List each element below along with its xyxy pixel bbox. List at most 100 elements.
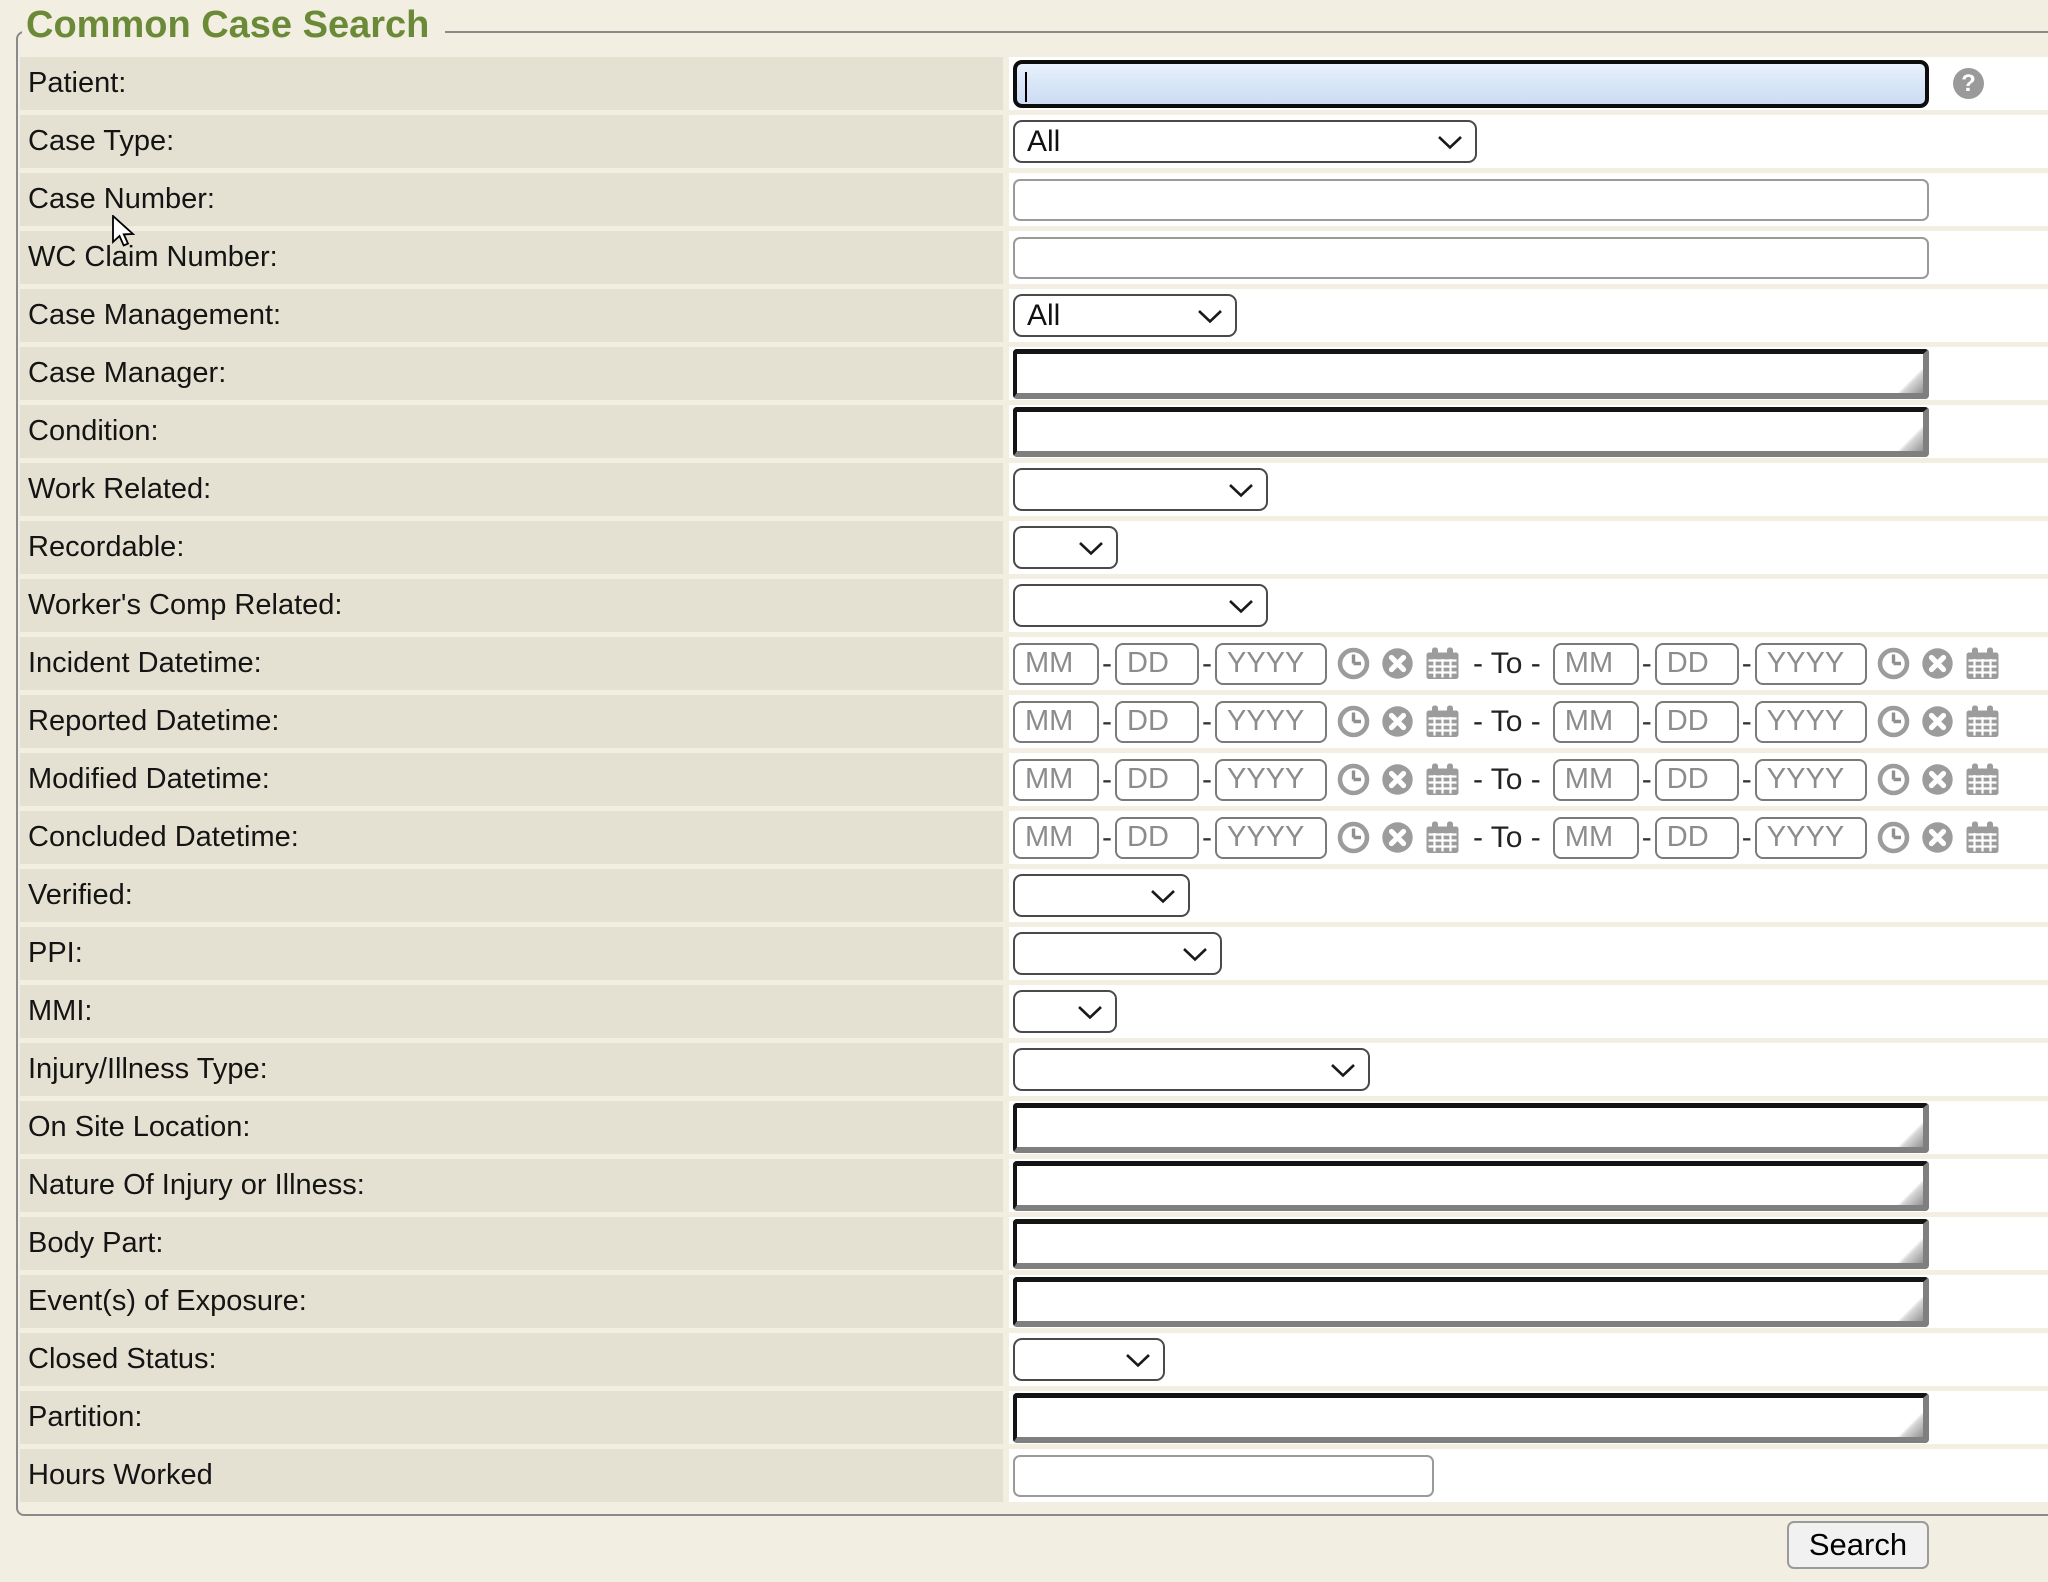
label-partition: Partition: xyxy=(20,1391,1003,1444)
clear-icon[interactable] xyxy=(1920,646,1955,681)
calendar-icon[interactable] xyxy=(1964,646,2001,681)
help-icon[interactable]: ? xyxy=(1953,68,1984,99)
calendar-icon[interactable] xyxy=(1424,704,1461,739)
incident-datetime-to-yyyy-input[interactable] xyxy=(1755,643,1867,685)
chevron-down-icon xyxy=(1150,889,1176,904)
on-site-location-input[interactable] xyxy=(1013,1103,1929,1153)
form-row-wc-claim-number: WC Claim Number: xyxy=(20,231,2048,284)
injury-illness-type-select[interactable] xyxy=(1013,1048,1370,1091)
label-ppi: PPI: xyxy=(20,927,1003,980)
field-events-of-exposure xyxy=(1009,1275,2048,1328)
incident-datetime-from-yyyy-input[interactable] xyxy=(1215,643,1327,685)
condition-input[interactable] xyxy=(1013,407,1929,457)
field-workers-comp-related xyxy=(1009,579,2048,632)
incident-datetime-from-mm-input[interactable] xyxy=(1013,643,1099,685)
incident-datetime-from-dd-input[interactable] xyxy=(1115,643,1199,685)
verified-select[interactable] xyxy=(1013,874,1190,917)
case-type-select[interactable]: All xyxy=(1013,120,1477,163)
clock-icon[interactable] xyxy=(1876,762,1911,797)
concluded-datetime-to-mm-input[interactable] xyxy=(1553,817,1639,859)
modified-datetime-from-mm-input[interactable] xyxy=(1013,759,1099,801)
modified-datetime-to-mm-input[interactable] xyxy=(1553,759,1639,801)
concluded-datetime-from-yyyy-input[interactable] xyxy=(1215,817,1327,859)
body-part-input[interactable] xyxy=(1013,1219,1929,1269)
clock-icon[interactable] xyxy=(1876,820,1911,855)
clock-icon[interactable] xyxy=(1336,820,1371,855)
clock-icon[interactable] xyxy=(1876,646,1911,681)
hours-worked-input[interactable] xyxy=(1013,1455,1434,1497)
mmi-select[interactable] xyxy=(1013,990,1117,1033)
clear-icon[interactable] xyxy=(1380,704,1415,739)
reported-datetime-to-yyyy-input[interactable] xyxy=(1755,701,1867,743)
reported-datetime-to-mm-input[interactable] xyxy=(1553,701,1639,743)
case-manager-input[interactable] xyxy=(1013,349,1929,399)
reported-datetime-from-yyyy-input[interactable] xyxy=(1215,701,1327,743)
calendar-icon[interactable] xyxy=(1424,646,1461,681)
patient-input[interactable] xyxy=(1013,60,1929,108)
modified-datetime-to-dd-input[interactable] xyxy=(1655,759,1739,801)
form-row-incident-datetime: Incident Datetime:--- To --- xyxy=(20,637,2048,690)
field-verified xyxy=(1009,869,2048,922)
label-workers-comp-related: Worker's Comp Related: xyxy=(20,579,1003,632)
incident-datetime-to-separator: - xyxy=(1742,647,1752,681)
field-partition xyxy=(1009,1391,2048,1444)
incident-datetime-to-dd-input[interactable] xyxy=(1655,643,1739,685)
reported-datetime-to-separator: - xyxy=(1642,705,1652,739)
calendar-icon[interactable] xyxy=(1964,704,2001,739)
reported-datetime-from-dd-input[interactable] xyxy=(1115,701,1199,743)
wc-claim-number-input[interactable] xyxy=(1013,237,1929,279)
calendar-icon[interactable] xyxy=(1424,820,1461,855)
clock-icon[interactable] xyxy=(1336,704,1371,739)
form-row-injury-illness-type: Injury/Illness Type: xyxy=(20,1043,2048,1096)
chevron-down-icon xyxy=(1125,1353,1151,1368)
recordable-select[interactable] xyxy=(1013,526,1118,569)
label-reported-datetime: Reported Datetime: xyxy=(20,695,1003,748)
reported-datetime-from-mm-input[interactable] xyxy=(1013,701,1099,743)
calendar-icon[interactable] xyxy=(1964,820,2001,855)
modified-datetime-to-separator: - xyxy=(1742,763,1752,797)
calendar-icon[interactable] xyxy=(1424,762,1461,797)
partition-input[interactable] xyxy=(1013,1393,1929,1443)
common-case-search-page: { "title": "Common Case Search", "search… xyxy=(0,0,2048,1582)
modified-datetime-to-yyyy-input[interactable] xyxy=(1755,759,1867,801)
form-row-concluded-datetime: Concluded Datetime:--- To --- xyxy=(20,811,2048,864)
incident-datetime-to-mm-input[interactable] xyxy=(1553,643,1639,685)
nature-of-injury-or-illness-input[interactable] xyxy=(1013,1161,1929,1211)
concluded-datetime-to-separator: - xyxy=(1742,821,1752,855)
modified-datetime-from-dd-input[interactable] xyxy=(1115,759,1199,801)
events-of-exposure-input[interactable] xyxy=(1013,1277,1929,1327)
incident-datetime-from-separator: - xyxy=(1202,647,1212,681)
concluded-datetime-from-dd-input[interactable] xyxy=(1115,817,1199,859)
clear-icon[interactable] xyxy=(1920,762,1955,797)
ppi-select[interactable] xyxy=(1013,932,1222,975)
label-events-of-exposure: Event(s) of Exposure: xyxy=(20,1275,1003,1328)
field-concluded-datetime: --- To --- xyxy=(1009,811,2048,864)
closed-status-select[interactable] xyxy=(1013,1338,1165,1381)
reported-datetime-to-dd-input[interactable] xyxy=(1655,701,1739,743)
clear-icon[interactable] xyxy=(1380,762,1415,797)
concluded-datetime-to-yyyy-input[interactable] xyxy=(1755,817,1867,859)
field-on-site-location xyxy=(1009,1101,2048,1154)
clear-icon[interactable] xyxy=(1380,820,1415,855)
clock-icon[interactable] xyxy=(1336,646,1371,681)
clear-icon[interactable] xyxy=(1920,820,1955,855)
case-management-select[interactable]: All xyxy=(1013,294,1237,337)
concluded-datetime-from-separator: - xyxy=(1102,821,1112,855)
workers-comp-related-select[interactable] xyxy=(1013,584,1268,627)
clock-icon[interactable] xyxy=(1336,762,1371,797)
clear-icon[interactable] xyxy=(1380,646,1415,681)
chevron-down-icon xyxy=(1437,135,1463,150)
modified-datetime-from-yyyy-input[interactable] xyxy=(1215,759,1327,801)
chevron-down-icon xyxy=(1330,1063,1356,1078)
clear-icon[interactable] xyxy=(1920,704,1955,739)
clock-icon[interactable] xyxy=(1876,704,1911,739)
form-row-events-of-exposure: Event(s) of Exposure: xyxy=(20,1275,2048,1328)
search-button[interactable]: Search xyxy=(1787,1521,1929,1569)
case-number-input[interactable] xyxy=(1013,179,1929,221)
work-related-select[interactable] xyxy=(1013,468,1268,511)
calendar-icon[interactable] xyxy=(1964,762,2001,797)
concluded-datetime-to-dd-input[interactable] xyxy=(1655,817,1739,859)
concluded-datetime-from-mm-input[interactable] xyxy=(1013,817,1099,859)
label-closed-status: Closed Status: xyxy=(20,1333,1003,1386)
modified-datetime-to-label: - To - xyxy=(1473,763,1541,797)
